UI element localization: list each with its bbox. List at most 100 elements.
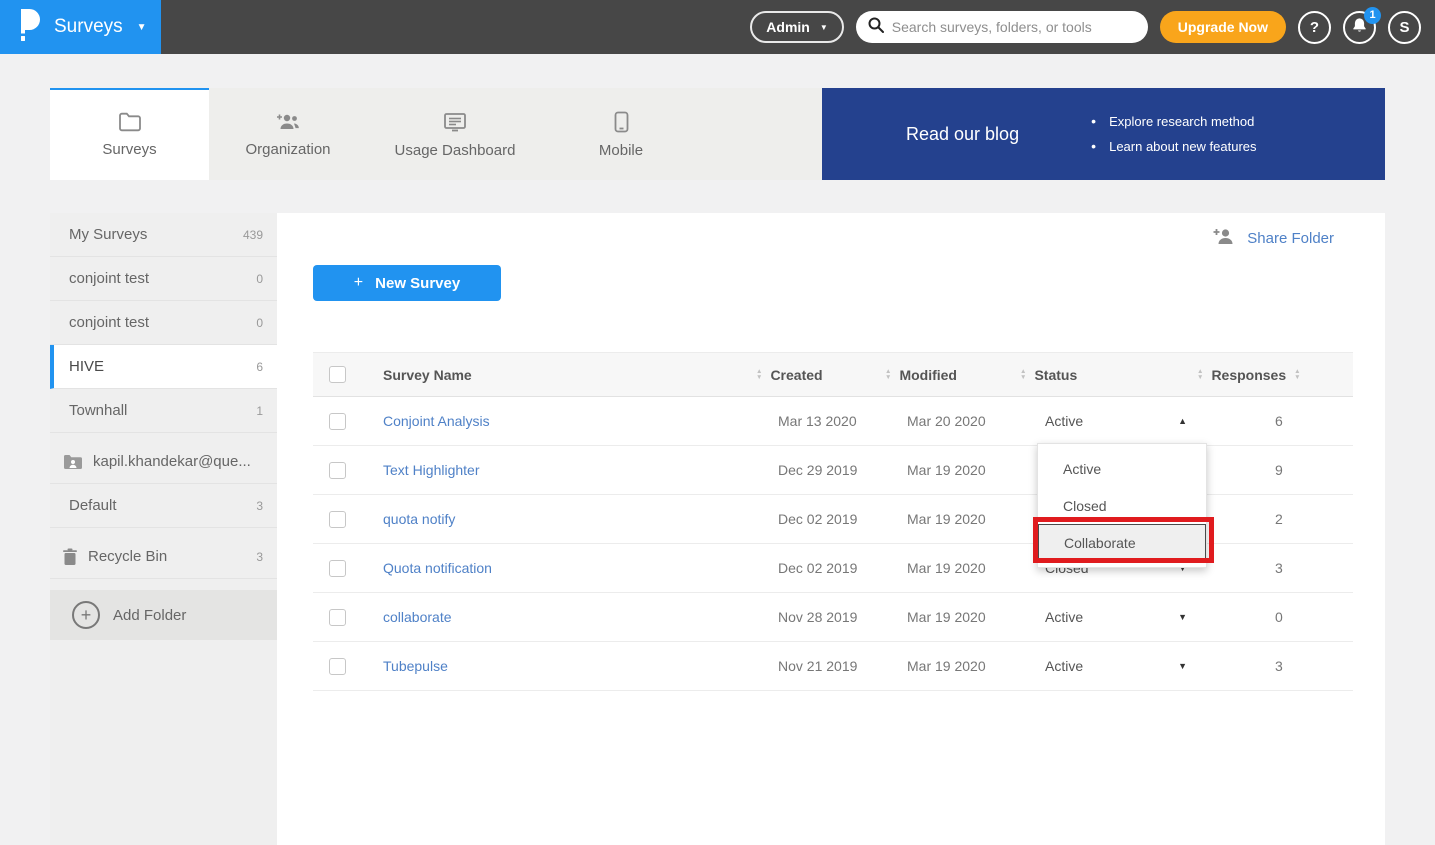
banner-bullet: Explore research method xyxy=(1091,114,1256,129)
created-date: Nov 21 2019 xyxy=(756,658,857,674)
modified-date: Mar 19 2020 xyxy=(885,609,986,625)
tab-mobile[interactable]: Mobile xyxy=(543,88,699,180)
folder-count: 0 xyxy=(256,272,263,286)
sidebar-item-recycle-bin[interactable]: Recycle Bin 3 xyxy=(50,535,277,579)
folder-count: 3 xyxy=(256,499,263,513)
add-folder-button[interactable]: + Add Folder xyxy=(50,590,277,640)
admin-menu[interactable]: Admin ▼ xyxy=(750,11,843,43)
help-button[interactable]: ? xyxy=(1298,11,1331,44)
table-row: collaborate Nov 28 2019 Mar 19 2020 Acti… xyxy=(313,593,1353,642)
responses-count: 3 xyxy=(1197,560,1283,576)
tab-surveys[interactable]: Surveys xyxy=(50,88,209,180)
responses-count: 9 xyxy=(1197,462,1283,478)
sidebar-item-my-surveys[interactable]: My Surveys 439 xyxy=(50,213,277,257)
tabstrip-filler xyxy=(699,88,822,180)
column-header-status[interactable]: Status xyxy=(1034,367,1077,383)
dropdown-option-closed[interactable]: Closed xyxy=(1038,487,1206,524)
mobile-icon xyxy=(614,111,629,133)
row-checkbox[interactable] xyxy=(329,413,346,430)
row-checkbox[interactable] xyxy=(329,511,346,528)
tab-organization[interactable]: Organization xyxy=(209,88,367,180)
tab-label: Mobile xyxy=(599,142,643,159)
column-header-survey-name[interactable]: Survey Name xyxy=(383,367,472,383)
sidebar-item-hive[interactable]: HIVE 6 xyxy=(50,345,277,389)
sort-icon[interactable] xyxy=(1020,369,1026,380)
survey-name-link[interactable]: Quota notification xyxy=(383,560,492,576)
new-survey-button[interactable]: + New Survey xyxy=(313,265,501,301)
search-icon xyxy=(868,17,884,38)
chevron-down-icon[interactable] xyxy=(1178,612,1187,622)
product-switcher[interactable]: Surveys ▼ xyxy=(0,0,161,54)
select-all-checkbox[interactable] xyxy=(329,366,346,383)
sidebar-item-conjoint-test-1[interactable]: conjoint test 0 xyxy=(50,257,277,301)
sidebar-item-conjoint-test-2[interactable]: conjoint test 0 xyxy=(50,301,277,345)
blog-banner[interactable]: Read our blog Explore research method Le… xyxy=(822,88,1385,180)
sort-icon[interactable] xyxy=(756,369,762,380)
section-tabs: Surveys Organization xyxy=(50,88,1385,180)
dashboard-icon xyxy=(443,112,467,133)
modified-date: Mar 20 2020 xyxy=(885,413,986,429)
people-add-icon xyxy=(275,112,301,132)
row-checkbox[interactable] xyxy=(329,560,346,577)
sort-icon[interactable] xyxy=(885,369,891,380)
plus-circle-icon: + xyxy=(72,601,100,629)
chevron-down-icon: ▼ xyxy=(137,22,147,33)
folder-sidebar: My Surveys 439 conjoint test 0 conjoint … xyxy=(50,213,277,845)
row-checkbox[interactable] xyxy=(329,462,346,479)
folder-count: 439 xyxy=(243,228,263,242)
status-dropdown-menu: Active Closed Collaborate xyxy=(1037,443,1207,568)
table-row: Tubepulse Nov 21 2019 Mar 19 2020 Active… xyxy=(313,642,1353,691)
plus-icon: + xyxy=(354,274,363,292)
content-area: My Surveys 439 conjoint test 0 conjoint … xyxy=(50,213,1385,845)
status-value: Active xyxy=(1020,658,1170,674)
created-date: Dec 02 2019 xyxy=(756,511,857,527)
responses-count: 0 xyxy=(1197,609,1283,625)
survey-name-link[interactable]: collaborate xyxy=(383,609,452,625)
dropdown-option-collaborate[interactable]: Collaborate xyxy=(1038,524,1206,561)
column-header-modified[interactable]: Modified xyxy=(899,367,957,383)
status-value: Active xyxy=(1020,609,1170,625)
survey-name-link[interactable]: quota notify xyxy=(383,511,455,527)
created-date: Dec 29 2019 xyxy=(756,462,857,478)
dropdown-option-active[interactable]: Active xyxy=(1038,450,1206,487)
sort-icon[interactable] xyxy=(1294,369,1300,380)
survey-name-link[interactable]: Text Highlighter xyxy=(383,462,480,478)
created-date: Mar 13 2020 xyxy=(756,413,857,429)
notifications-button[interactable]: 1 xyxy=(1343,11,1376,44)
folder-icon xyxy=(118,112,142,132)
modified-date: Mar 19 2020 xyxy=(885,462,986,478)
question-mark-icon: ? xyxy=(1310,19,1319,36)
upgrade-now-button[interactable]: Upgrade Now xyxy=(1160,11,1286,43)
tab-label: Surveys xyxy=(102,141,156,158)
created-date: Dec 02 2019 xyxy=(756,560,857,576)
banner-bullet: Learn about new features xyxy=(1091,139,1256,154)
sort-icon[interactable] xyxy=(1197,369,1203,380)
column-header-created[interactable]: Created xyxy=(770,367,822,383)
tab-usage-dashboard[interactable]: Usage Dashboard xyxy=(367,88,543,180)
created-date: Nov 28 2019 xyxy=(756,609,857,625)
sidebar-item-default[interactable]: Default 3 xyxy=(50,484,277,528)
user-avatar[interactable]: S xyxy=(1388,11,1421,44)
chevron-up-icon[interactable] xyxy=(1178,416,1187,426)
row-checkbox[interactable] xyxy=(329,609,346,626)
modified-date: Mar 19 2020 xyxy=(885,658,986,674)
survey-name-link[interactable]: Conjoint Analysis xyxy=(383,413,490,429)
column-header-responses[interactable]: Responses xyxy=(1211,367,1286,383)
row-checkbox[interactable] xyxy=(329,658,346,675)
admin-label: Admin xyxy=(766,19,810,35)
notification-badge: 1 xyxy=(1364,7,1381,24)
tab-label: Usage Dashboard xyxy=(395,142,516,159)
person-add-icon xyxy=(1212,227,1236,250)
sidebar-item-townhall[interactable]: Townhall 1 xyxy=(50,389,277,433)
survey-name-link[interactable]: Tubepulse xyxy=(383,658,448,674)
chevron-down-icon[interactable] xyxy=(1178,661,1187,671)
banner-bullet-list: Explore research method Learn about new … xyxy=(1091,114,1256,154)
modified-date: Mar 19 2020 xyxy=(885,560,986,576)
share-folder-link[interactable]: Share Folder xyxy=(1212,227,1334,250)
search-input[interactable] xyxy=(892,19,1136,35)
modified-date: Mar 19 2020 xyxy=(885,511,986,527)
survey-list-panel: Share Folder + New Survey Survey Name Cr… xyxy=(277,213,1385,845)
banner-title: Read our blog xyxy=(906,124,1019,145)
sidebar-item-shared-folder[interactable]: kapil.khandekar@que... xyxy=(50,440,277,484)
responses-count: 3 xyxy=(1197,658,1283,674)
